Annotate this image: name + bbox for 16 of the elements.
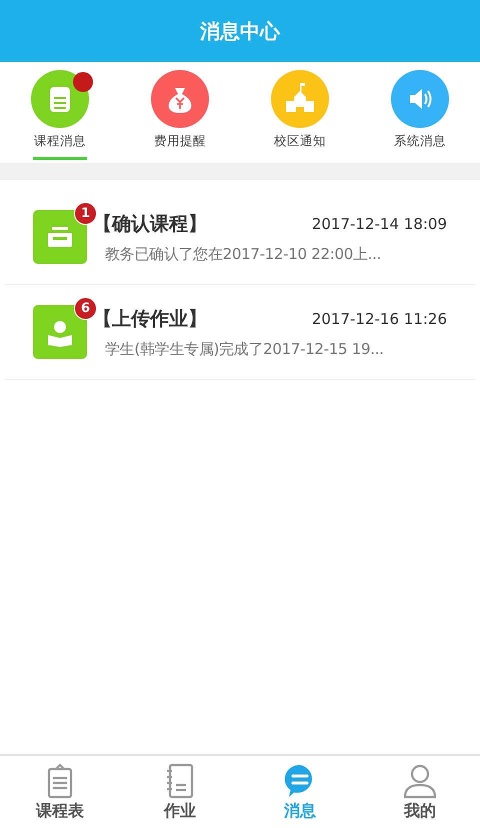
category-tab[interactable]: 课程消息: [0, 62, 120, 163]
nav-tab[interactable]: 我的: [360, 756, 480, 828]
message-preview: 学生(韩学生专属)完成了2017-12-15 19...: [104, 340, 385, 358]
unread-count: 1: [74, 202, 97, 225]
nav-tab[interactable]: 作业: [120, 756, 240, 828]
unread-count: 6: [74, 297, 97, 320]
message-time: 2017-12-14 18:09: [312, 214, 447, 232]
category-tab[interactable]: 费用提醒: [120, 62, 240, 163]
tab-indicator: [33, 157, 87, 160]
person-icon: [402, 762, 438, 798]
message-preview: 教务已确认了您在2017-12-10 22:00上...: [104, 244, 382, 264]
nav-tab[interactable]: 课程表: [0, 756, 120, 828]
message-time: 2017-12-16 11:26: [312, 310, 447, 328]
category-tab[interactable]: 校区通知: [240, 62, 360, 163]
page-title: 消息中心: [200, 18, 280, 44]
category-tab[interactable]: 系统消息: [360, 62, 480, 163]
